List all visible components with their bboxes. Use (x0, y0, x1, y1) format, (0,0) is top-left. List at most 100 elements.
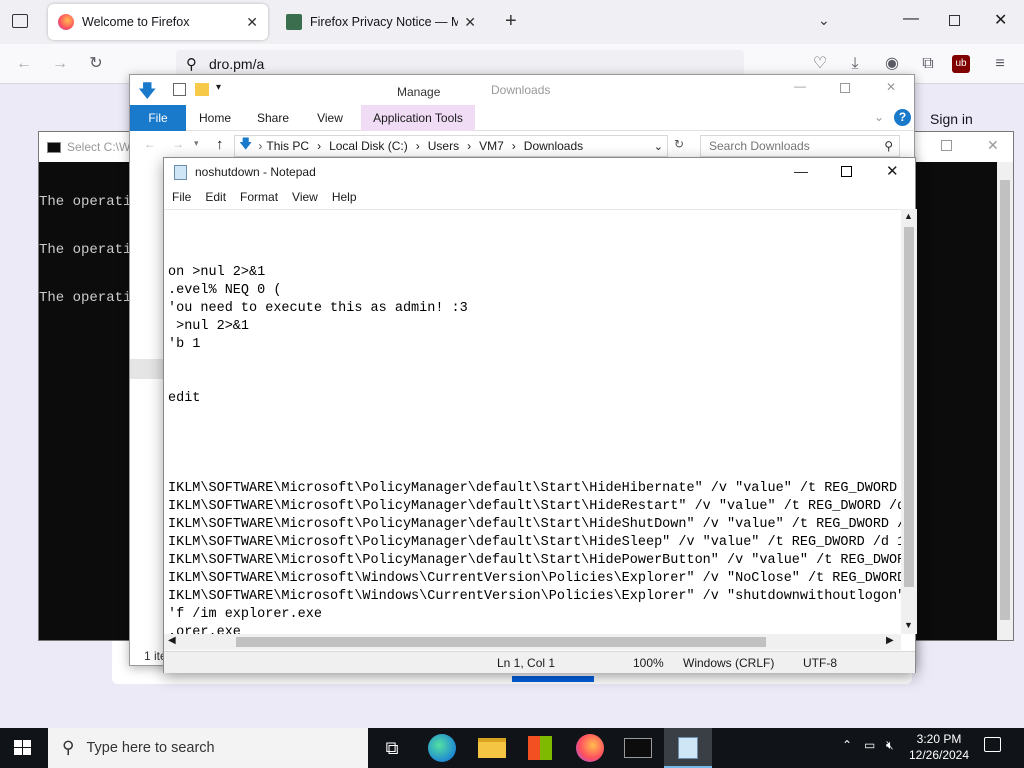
cmd-taskbar-icon[interactable] (624, 738, 652, 758)
search-icon: ⚲ (62, 738, 75, 757)
tab-share[interactable]: Share (250, 105, 296, 131)
search-downloads-input[interactable]: Search Downloads ⚲ (700, 135, 900, 157)
ribbon-collapse-chevron-icon[interactable]: ⌄ (874, 110, 884, 124)
downloads-icon[interactable]: ⤓ (843, 52, 867, 76)
tab-application-tools[interactable]: Application Tools (361, 105, 475, 131)
breadcrumb-sep-icon[interactable]: › (512, 139, 516, 153)
up-arrow-icon[interactable]: ↑ (216, 136, 224, 153)
breadcrumb-sep-icon[interactable]: › (416, 139, 420, 153)
help-icon[interactable]: ? (894, 109, 911, 126)
close-button[interactable]: ✕ (987, 137, 999, 154)
reload-button[interactable]: ↻ (84, 52, 108, 76)
extensions-icon[interactable]: ⧉ (916, 52, 940, 76)
maximize-button[interactable] (941, 140, 952, 151)
menu-view[interactable]: View (292, 190, 318, 204)
scroll-right-icon[interactable]: ▶ (886, 635, 894, 646)
store-icon[interactable] (528, 736, 552, 760)
notepad-taskbar-button[interactable] (664, 728, 712, 768)
edge-icon[interactable] (428, 734, 456, 762)
properties-checkbox-icon[interactable] (173, 83, 186, 96)
back-button[interactable]: ← (12, 52, 36, 76)
scroll-up-icon[interactable]: ▲ (904, 211, 913, 221)
account-icon[interactable]: ◉ (880, 52, 904, 76)
notepad-line (168, 228, 901, 246)
breadcrumb-this-pc[interactable]: This PC (266, 139, 309, 153)
breadcrumb-users[interactable]: Users (428, 139, 459, 153)
taskbar-search-box[interactable]: ⚲ Type here to search (48, 728, 368, 768)
clock[interactable]: 3:20 PM 12/26/2024 (904, 731, 974, 763)
breadcrumb-sep-icon[interactable]: › (258, 139, 262, 153)
breadcrumb-downloads[interactable]: Downloads (524, 139, 583, 153)
notepad-titlebar[interactable]: noshutdown - Notepad — ✕ (164, 158, 915, 186)
explorer-titlebar[interactable]: 🡇 ▾ Manage Downloads — ✕ (130, 75, 914, 105)
close-button[interactable]: ✕ (886, 162, 899, 180)
address-dropdown-icon[interactable]: ⌄ (654, 140, 663, 153)
restore-button[interactable] (949, 15, 960, 26)
start-button[interactable] (14, 740, 32, 756)
menu-edit[interactable]: Edit (205, 190, 226, 204)
menu-help[interactable]: Help (332, 190, 357, 204)
notepad-menubar: File Edit Format View Help (164, 186, 915, 208)
close-tab-icon[interactable]: ✕ (464, 14, 476, 31)
clock-time: 3:20 PM (916, 732, 962, 746)
tab-title: Welcome to Firefox (82, 15, 190, 29)
breadcrumb-sep-icon[interactable]: › (467, 139, 471, 153)
folder-icon[interactable] (195, 83, 209, 96)
close-tab-icon[interactable]: ✕ (246, 14, 258, 31)
tab-home[interactable]: Home (192, 105, 238, 131)
manage-label[interactable]: Manage (397, 85, 440, 99)
forward-button[interactable]: → (48, 52, 72, 76)
notepad-text-area[interactable]: on >nul 2>&1 .evel% NEQ 0 ('ou need to ex… (164, 209, 901, 634)
breadcrumb-vm7[interactable]: VM7 (479, 139, 504, 153)
close-button[interactable]: ✕ (886, 80, 896, 94)
search-icon: ⚲ (186, 56, 197, 73)
minimize-button[interactable]: — (903, 10, 919, 28)
menu-format[interactable]: Format (240, 190, 278, 204)
file-explorer-icon[interactable] (478, 738, 506, 758)
horizontal-scrollbar[interactable]: ◀ ▶ (164, 634, 901, 650)
show-hidden-icons-icon[interactable]: ⌃ (842, 738, 852, 752)
quick-access-dropdown-icon[interactable]: ▾ (216, 82, 221, 93)
scroll-left-icon[interactable]: ◀ (168, 635, 176, 646)
pocket-icon[interactable]: ♡ (808, 52, 832, 76)
tab-file[interactable]: File (130, 105, 186, 131)
tab-privacy-notice[interactable]: Firefox Privacy Notice — Mozill ✕ (276, 4, 486, 40)
list-all-tabs-icon[interactable] (12, 14, 28, 28)
tab-welcome-to-firefox[interactable]: Welcome to Firefox ✕ (48, 4, 268, 40)
menu-file[interactable]: File (172, 190, 191, 204)
notepad-text[interactable]: on >nul 2>&1 .evel% NEQ 0 ('ou need to ex… (168, 210, 901, 634)
minimize-button[interactable]: — (794, 163, 808, 179)
cmd-scrollbar[interactable] (997, 162, 1013, 640)
notifications-icon[interactable] (984, 737, 1001, 752)
close-window-button[interactable]: ✕ (994, 10, 1007, 30)
scroll-down-icon[interactable]: ▼ (904, 620, 913, 630)
tab-list-chevron-icon[interactable]: ⌄ (818, 12, 830, 29)
breadcrumb-sep-icon[interactable]: › (317, 139, 321, 153)
recent-locations-icon[interactable]: ▾ (194, 138, 199, 149)
vertical-scrollbar[interactable]: ▲ ▼ (901, 209, 917, 634)
horizontal-scroll-thumb[interactable] (236, 637, 766, 647)
tab-view[interactable]: View (308, 105, 352, 131)
maximize-button[interactable] (841, 166, 852, 177)
maximize-button[interactable] (840, 83, 850, 93)
notepad-window[interactable]: noshutdown - Notepad — ✕ File Edit Forma… (163, 157, 917, 673)
forward-arrow-icon[interactable]: → (172, 137, 184, 151)
sign-in-button[interactable]: Sign in (930, 111, 990, 127)
network-icon[interactable]: ▭ (864, 738, 875, 752)
page-accent-bar (512, 676, 594, 682)
firefox-taskbar-icon[interactable] (576, 734, 604, 762)
minimize-button[interactable]: — (794, 79, 806, 93)
search-placeholder: Search Downloads (709, 139, 810, 153)
new-tab-button[interactable]: + (505, 10, 517, 33)
refresh-icon[interactable]: ↻ (674, 137, 684, 151)
breadcrumb-local-disk[interactable]: Local Disk (C:) (329, 139, 408, 153)
back-arrow-icon[interactable]: ← (144, 137, 156, 151)
vertical-scroll-thumb[interactable] (904, 227, 914, 587)
volume-muted-icon[interactable]: 🔇︎ (886, 738, 894, 753)
task-view-icon[interactable]: ⧉ (378, 734, 406, 762)
address-bar[interactable]: 🡇 › This PC › Local Disk (C:) › Users › … (234, 135, 668, 157)
notepad-line: IKLM\SOFTWARE\Microsoft\PolicyManager\de… (168, 481, 901, 496)
notepad-line: on >nul 2>&1 (168, 265, 266, 280)
menu-icon[interactable]: ≡ (988, 52, 1012, 76)
ublock-origin-icon[interactable]: ub (952, 55, 970, 73)
